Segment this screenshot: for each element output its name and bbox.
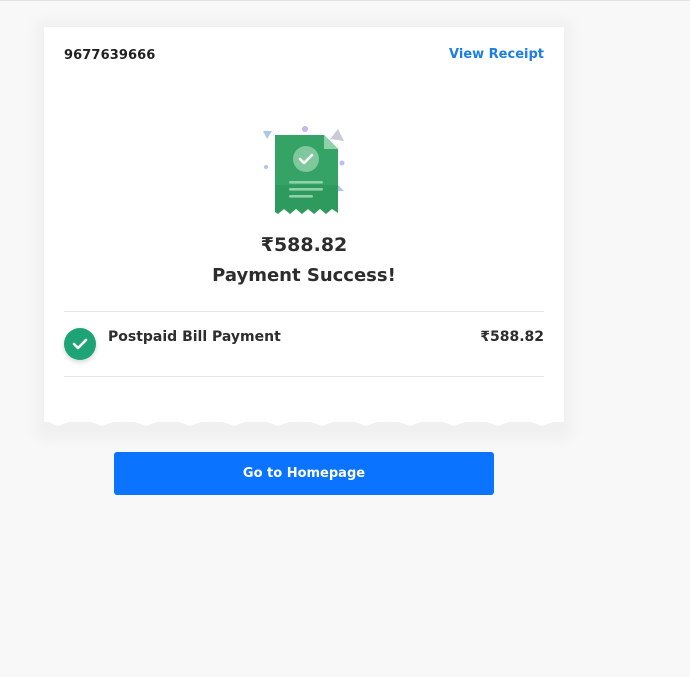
divider: [64, 311, 544, 312]
receipt-success-icon: [263, 126, 345, 214]
payment-status: Payment Success!: [212, 265, 396, 286]
divider: [64, 376, 544, 377]
check-icon: [64, 328, 96, 360]
go-to-homepage-button[interactable]: Go to Homepage: [114, 452, 494, 495]
payment-amount: ₹588.82: [260, 234, 348, 256]
receipt-torn-edge: [44, 414, 564, 426]
transaction-label: Postpaid Bill Payment: [108, 329, 281, 345]
phone-number: 9677639666: [64, 48, 156, 63]
top-border: [0, 0, 690, 1]
view-receipt-link[interactable]: View Receipt: [449, 47, 544, 62]
payment-success-page: 9677639666 View Receipt ₹588.82 Payment …: [0, 0, 690, 677]
receipt-card: 9677639666 View Receipt ₹588.82 Payment …: [44, 27, 564, 422]
transaction-amount: ₹588.82: [480, 329, 544, 345]
